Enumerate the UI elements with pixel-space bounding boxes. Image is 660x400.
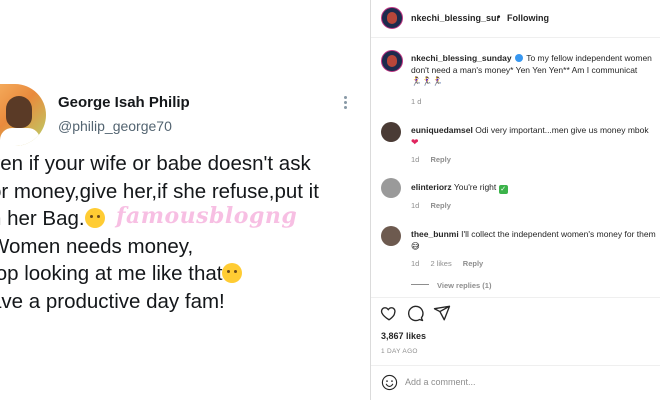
reply-button[interactable]: Reply — [430, 155, 450, 164]
tweet-line: top looking at me like that — [0, 260, 370, 288]
instagram-post-panel: nkechi_blessing_sur • Following nkechi_b… — [371, 0, 660, 400]
reply-button[interactable]: Reply — [463, 259, 483, 268]
comment-text: elinteriorz You're right ✓ — [411, 181, 656, 194]
add-comment-input[interactable] — [405, 372, 650, 392]
comment-avatar[interactable] — [381, 122, 401, 142]
emoji-picker-icon[interactable] — [381, 374, 398, 391]
watermark: famousblogng — [116, 203, 298, 229]
actions-divider — [371, 297, 660, 298]
more-options-icon[interactable] — [344, 96, 348, 109]
comment-time: 1d — [411, 201, 420, 210]
comment-meta: 1d Reply — [411, 155, 460, 164]
tweet-text: ven if your wife or babe doesn't ask or … — [0, 150, 370, 315]
comment-username[interactable]: euniquedamsel — [411, 125, 473, 135]
laughing-emoji-icon — [84, 208, 105, 228]
separator-dot: • — [497, 12, 501, 23]
tweet-line: ven if your wife or babe doesn't ask — [0, 152, 311, 175]
tweet-screenshot: George Isah Philip @philip_george70 ven … — [0, 0, 370, 400]
tweet-author-name: George Isah Philip — [58, 94, 190, 111]
comment-meta: 1d Reply — [411, 201, 460, 210]
post-header: nkechi_blessing_sur • Following — [371, 0, 660, 38]
comment-likes[interactable]: 2 likes — [430, 259, 451, 268]
caption-username[interactable]: nkechi_blessing_sunday — [411, 53, 512, 63]
tweet-line: or money,give her,if she refuse,put it — [0, 179, 319, 203]
comment-avatar[interactable] — [381, 226, 401, 246]
comment-time: 1d — [411, 259, 420, 268]
sweat-smile-emoji-icon: 😅 — [411, 241, 420, 251]
reply-button[interactable]: Reply — [430, 201, 450, 210]
profile-avatar[interactable] — [381, 7, 403, 29]
likes-count[interactable]: 3,867 likes — [381, 331, 426, 341]
comment-username[interactable]: elinteriorz — [411, 182, 452, 192]
comment-avatar[interactable] — [381, 178, 401, 198]
comment-body: You're right — [453, 182, 497, 192]
tweet-author-avatar — [0, 84, 46, 146]
caption-emojis: 🏃‍♀️🏃‍♀️🏃‍♀️ — [411, 76, 443, 86]
side-eye-emoji-icon — [222, 263, 243, 283]
comment-text: thee_bunmi I'll collect the independent … — [411, 228, 656, 252]
tweet-line: Women needs money, — [0, 234, 194, 258]
checkmark-icon: ✓ — [498, 185, 508, 194]
verified-badge-icon — [515, 54, 523, 62]
comment-body: Odi very important...men give us money m… — [475, 125, 649, 135]
comment-time: 1d — [411, 155, 420, 164]
comment-body: I'll collect the independent women's mon… — [461, 229, 656, 239]
tweet-author-handle: @philip_george70 — [58, 118, 172, 134]
following-button[interactable]: Following — [507, 13, 549, 23]
caption-text: nkechi_blessing_sunday To my fellow inde… — [411, 53, 660, 88]
post-date: 1 DAY AGO — [381, 348, 418, 355]
comment-box-divider — [371, 365, 660, 366]
comment-meta: 1d 2 likes Reply — [411, 259, 492, 268]
heart-icon[interactable] — [380, 304, 398, 322]
view-replies-button[interactable]: View replies (1) — [411, 281, 491, 290]
comment-text: euniquedamsel Odi very important...men g… — [411, 124, 656, 148]
header-username[interactable]: nkechi_blessing_sur — [411, 13, 500, 23]
share-icon[interactable] — [433, 304, 451, 322]
red-heart-icon: ❤ — [411, 137, 419, 147]
comment-username[interactable]: thee_bunmi — [411, 229, 459, 239]
caption-avatar[interactable] — [381, 50, 403, 72]
comment-icon[interactable] — [406, 304, 424, 322]
caption-time: 1 d — [411, 97, 422, 106]
tweet-line: ave a productive day fam! — [0, 289, 225, 313]
